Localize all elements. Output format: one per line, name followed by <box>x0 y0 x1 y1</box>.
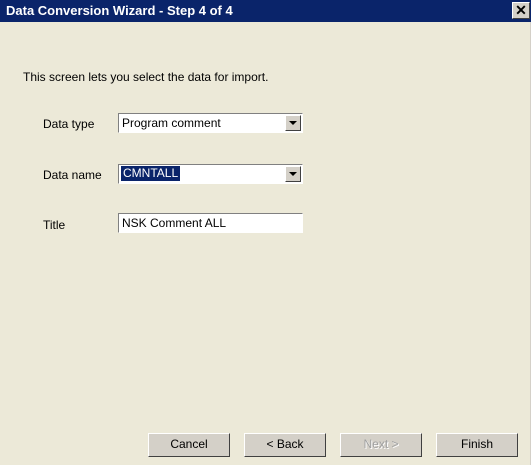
cancel-button[interactable]: Cancel <box>148 433 230 457</box>
next-button[interactable]: Next > <box>340 433 422 457</box>
chevron-down-icon[interactable] <box>285 115 301 131</box>
chevron-down-icon[interactable] <box>285 166 301 182</box>
data-name-value: CMNTALL <box>121 166 181 181</box>
data-type-select[interactable]: Program comment <box>118 113 303 133</box>
data-type-label: Data type <box>43 117 95 131</box>
title-bar[interactable]: Data Conversion Wizard - Step 4 of 4 ✕ <box>0 0 531 22</box>
data-name-select[interactable]: CMNTALL <box>118 164 303 184</box>
back-button[interactable]: < Back <box>244 433 326 457</box>
title-label: Title <box>43 218 66 232</box>
title-input[interactable] <box>118 213 303 233</box>
intro-text: This screen lets you select the data for… <box>23 70 269 84</box>
finish-button[interactable]: Finish <box>436 433 518 457</box>
close-icon[interactable]: ✕ <box>512 2 530 19</box>
data-type-value: Program comment <box>122 116 221 130</box>
data-name-label: Data name <box>43 168 102 182</box>
window-title: Data Conversion Wizard - Step 4 of 4 <box>6 3 233 18</box>
wizard-window: Data Conversion Wizard - Step 4 of 4 ✕ T… <box>0 0 531 465</box>
